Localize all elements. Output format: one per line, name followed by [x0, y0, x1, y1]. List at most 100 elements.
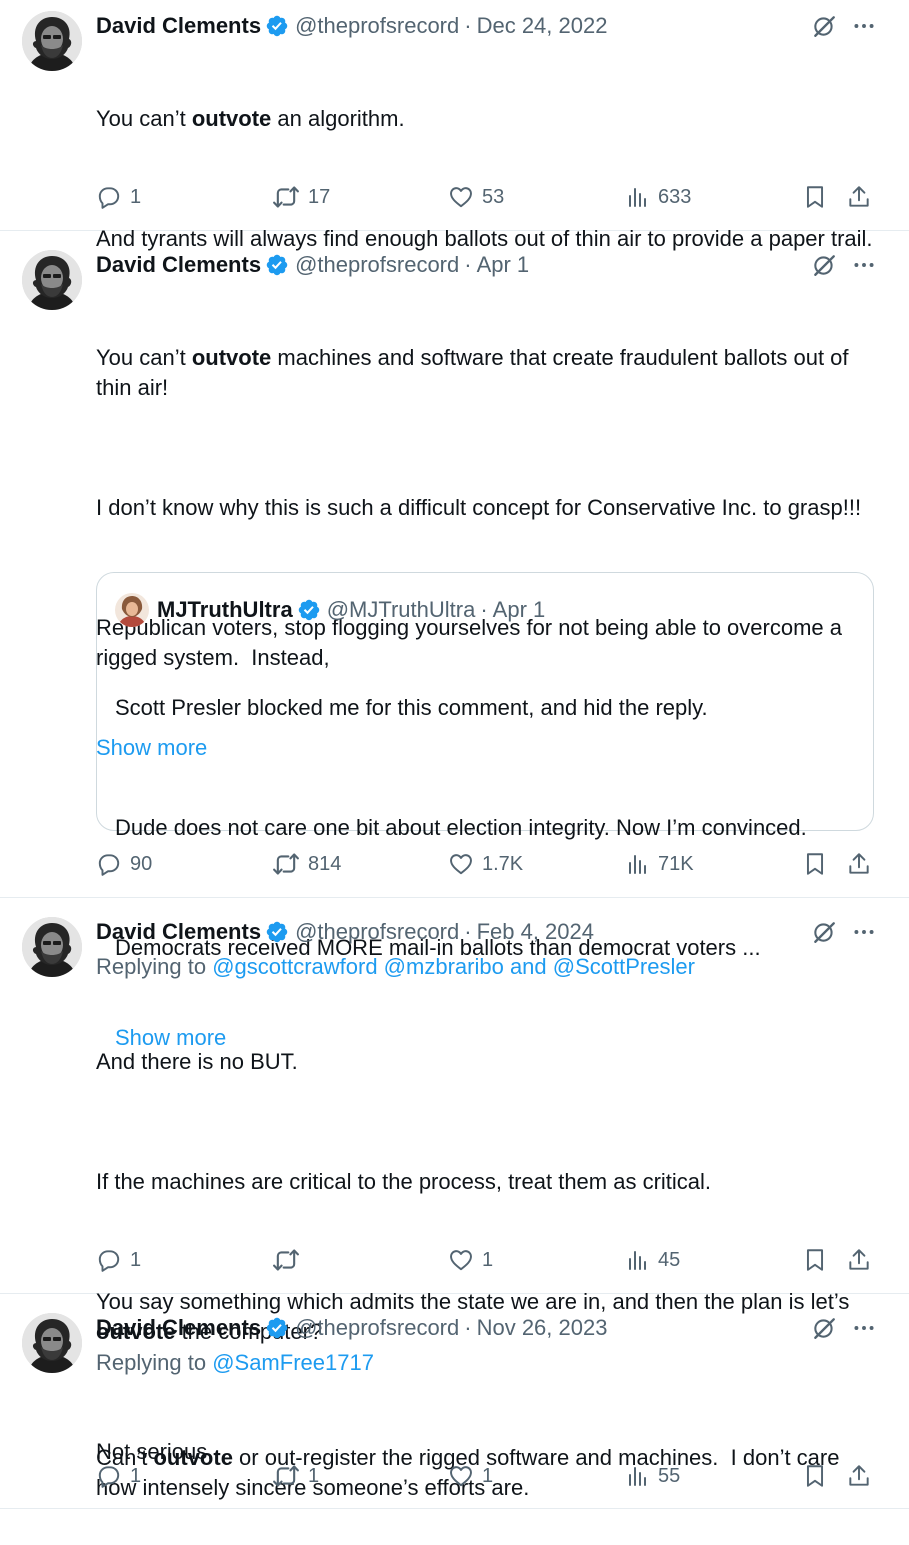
verified-badge-icon: [265, 1316, 289, 1340]
retweet-button[interactable]: [272, 1245, 308, 1275]
retweet-button[interactable]: 814: [272, 849, 341, 879]
like-button[interactable]: 1.7K: [448, 849, 523, 879]
like-count: 1: [482, 1248, 494, 1271]
tweet-date[interactable]: Apr 1: [477, 252, 530, 278]
bookmark-button[interactable]: [802, 849, 836, 879]
like-count: 53: [482, 185, 505, 208]
share-icon: [846, 1247, 872, 1273]
quoted-tweet[interactable]: MJTruthUltra @MJTruthUltra · Apr 1 Scott…: [96, 572, 874, 1050]
retweet-button[interactable]: 1: [272, 1461, 319, 1491]
action-bar: 90 814 1.7K 71K: [96, 849, 876, 879]
bookmark-icon: [802, 1463, 828, 1489]
author-name[interactable]: David Clements: [96, 919, 261, 945]
author-handle[interactable]: @theprofsrecord: [295, 13, 459, 39]
avatar[interactable]: [22, 917, 82, 977]
verified-badge-icon: [265, 14, 289, 38]
reply-count: 1: [130, 1248, 142, 1271]
reply-count: 1: [130, 185, 142, 208]
bookmark-button[interactable]: [802, 182, 836, 212]
more-options-icon[interactable]: [851, 13, 877, 39]
view-count: 45: [658, 1248, 681, 1271]
reply-button[interactable]: 90: [96, 849, 152, 879]
share-icon: [846, 1463, 872, 1489]
tweet-paragraph: If the machines are critical to the proc…: [96, 1169, 712, 1194]
bookmark-icon: [802, 1247, 828, 1273]
share-button[interactable]: [846, 1461, 880, 1491]
grok-icon[interactable]: [811, 13, 837, 39]
avatar[interactable]: [22, 11, 82, 71]
action-bar: 1 1 1 55: [96, 1461, 876, 1491]
reply-mentions[interactable]: @SamFree1717: [212, 1350, 374, 1375]
tweet-header: David Clements @theprofsrecord · Nov 26,…: [96, 1313, 873, 1343]
reply-count: 90: [130, 852, 153, 875]
author-name[interactable]: David Clements: [96, 13, 261, 39]
reply-button[interactable]: 1: [96, 1245, 141, 1275]
action-bar: 1 1 45: [96, 1245, 876, 1275]
share-button[interactable]: [846, 1245, 880, 1275]
avatar[interactable]: [22, 1313, 82, 1373]
heart-icon: [448, 851, 474, 877]
share-button[interactable]: [846, 849, 880, 879]
views-chart-icon: [626, 852, 650, 876]
author-handle[interactable]: @theprofsrecord: [295, 1315, 459, 1341]
views-chart-icon: [626, 1248, 650, 1272]
retweet-icon: [272, 1246, 300, 1274]
author-handle[interactable]: @theprofsrecord: [295, 252, 459, 278]
quote-author-handle[interactable]: @MJTruthUltra: [327, 597, 476, 623]
like-button[interactable]: 1: [448, 1461, 493, 1491]
avatar[interactable]: [22, 250, 82, 310]
quote-avatar[interactable]: [115, 593, 149, 627]
tweet[interactable]: David Clements @theprofsrecord · Feb 4, …: [0, 898, 909, 1464]
separator-dot: ·: [464, 1315, 472, 1340]
separator-dot: ·: [464, 252, 472, 277]
bookmark-button[interactable]: [802, 1245, 836, 1275]
quote-author-name[interactable]: MJTruthUltra: [157, 597, 293, 623]
reply-icon: [96, 1463, 122, 1489]
share-icon: [846, 184, 872, 210]
tweet-header: David Clements @theprofsrecord · Apr 1: [96, 250, 873, 280]
replying-to: Replying to @gscottcrawford @mzbraribo a…: [96, 954, 695, 979]
tweet-date[interactable]: Feb 4, 2024: [477, 919, 594, 945]
tweet-paragraph: You can’t outvote an algorithm.: [96, 106, 405, 131]
author-name[interactable]: David Clements: [96, 252, 261, 278]
reply-button[interactable]: 1: [96, 1461, 141, 1491]
quote-date[interactable]: Apr 1: [493, 597, 546, 623]
author-name[interactable]: David Clements: [96, 1315, 261, 1341]
author-handle[interactable]: @theprofsrecord: [295, 919, 459, 945]
view-count: 633: [658, 185, 692, 208]
views-button[interactable]: 55: [626, 1461, 680, 1491]
tweet-date[interactable]: Dec 24, 2022: [477, 13, 608, 39]
tweet[interactable]: David Clements @theprofsrecord · Apr 1 Y…: [0, 231, 909, 1050]
verified-badge-icon: [265, 253, 289, 277]
more-options-icon[interactable]: [851, 919, 877, 945]
share-icon: [846, 851, 872, 877]
more-options-icon[interactable]: [851, 252, 877, 278]
heart-icon: [448, 1247, 474, 1273]
grok-icon[interactable]: [811, 919, 837, 945]
grok-icon[interactable]: [811, 1315, 837, 1341]
like-button[interactable]: 1: [448, 1245, 493, 1275]
action-bar: 1 17 53 633: [96, 182, 876, 212]
grok-icon[interactable]: [811, 252, 837, 278]
reply-button[interactable]: 1: [96, 182, 141, 212]
separator-dot: ·: [464, 13, 472, 38]
bookmark-button[interactable]: [802, 1461, 836, 1491]
quote-paragraph: Scott Presler blocked me for this commen…: [115, 695, 708, 720]
separator-dot: ·: [464, 919, 472, 944]
like-button[interactable]: 53: [448, 182, 504, 212]
views-button[interactable]: 71K: [626, 849, 694, 879]
views-button[interactable]: 633: [626, 182, 691, 212]
like-count: 1: [482, 1464, 494, 1487]
replying-to: Replying to @SamFree1717: [96, 1350, 374, 1375]
more-options-icon[interactable]: [851, 1315, 877, 1341]
retweet-button[interactable]: 17: [272, 182, 330, 212]
tweet[interactable]: David Clements @theprofsrecord · Dec 24,…: [0, 0, 909, 251]
tweet-date[interactable]: Nov 26, 2023: [477, 1315, 608, 1341]
tweet-top-icons: [811, 919, 877, 945]
share-button[interactable]: [846, 182, 880, 212]
views-button[interactable]: 45: [626, 1245, 680, 1275]
retweet-icon: [272, 1462, 300, 1490]
reply-mentions[interactable]: @gscottcrawford @mzbraribo and @ScottPre…: [212, 954, 695, 979]
retweet-count: 17: [308, 185, 331, 208]
tweet[interactable]: David Clements @theprofsrecord · Nov 26,…: [0, 1294, 909, 1509]
